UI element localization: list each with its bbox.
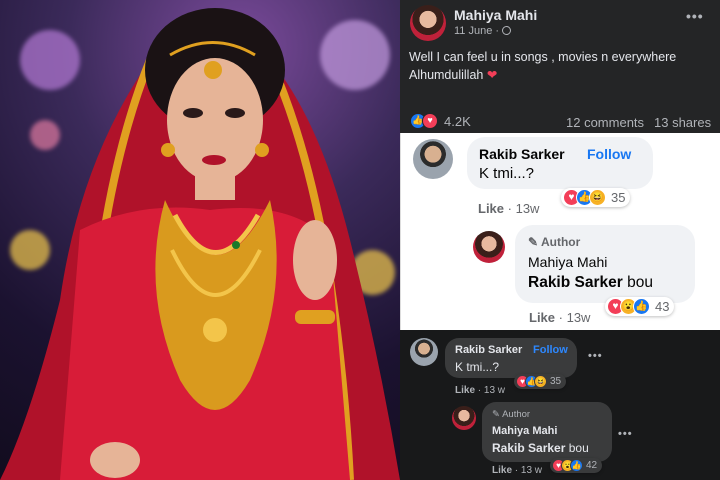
- reaction-count: 35: [550, 376, 562, 387]
- post-text-line1: Well I can feel u in songs , movies n ev…: [409, 50, 677, 64]
- reply-time[interactable]: 13 w: [521, 465, 542, 476]
- commenter-avatar[interactable]: [413, 139, 453, 179]
- separator-dot: ·: [558, 310, 567, 325]
- post-date[interactable]: 11 June: [454, 25, 492, 37]
- post-meta: 11 June ·: [454, 25, 512, 37]
- separator-dot: ·: [495, 25, 503, 37]
- reaction-count: 42: [586, 460, 598, 471]
- comment-actions: Like · 13w: [478, 201, 539, 216]
- reply-reactions[interactable]: ♥ 😮 👍 43: [605, 297, 675, 316]
- love-reaction-icon: ♥: [422, 113, 438, 129]
- post-author-name[interactable]: Mahiya Mahi: [454, 7, 537, 23]
- reply-author[interactable]: Mahiya Mahi: [492, 425, 557, 437]
- reply-reactions[interactable]: ♥ 😮 👍 42: [550, 458, 603, 473]
- comment-time[interactable]: 13w: [516, 201, 540, 216]
- reply-actions: Like · 13w: [529, 310, 590, 325]
- bridal-photo: [0, 0, 400, 480]
- more-dots-icon[interactable]: •••: [686, 8, 704, 24]
- author-avatar[interactable]: [410, 5, 446, 41]
- author-badge: ✎ Author: [492, 409, 531, 420]
- like-button[interactable]: Like: [529, 310, 555, 325]
- like-button[interactable]: Like: [478, 201, 504, 216]
- comment-thread-dark: Rakib Sarker Follow K tmi...? ••• ♥ 👍 😆 …: [400, 330, 720, 480]
- mention-link[interactable]: Rakib Sarker: [528, 274, 623, 291]
- commenter-avatar[interactable]: [410, 338, 438, 366]
- comment-reactions[interactable]: ♥ 👍 😆 35: [561, 188, 631, 207]
- author-badge: ✎ Author: [528, 235, 581, 249]
- separator-dot: ·: [507, 201, 516, 216]
- reply-avatar[interactable]: [452, 406, 476, 430]
- reply-actions: Like · 13 w: [492, 465, 542, 476]
- pencil-icon: ✎: [528, 235, 539, 249]
- like-button[interactable]: Like: [492, 465, 512, 476]
- comments-count[interactable]: 12 comments: [566, 115, 644, 130]
- comment-author[interactable]: Rakib Sarker: [455, 344, 522, 356]
- heart-emoji: ❤: [486, 68, 498, 82]
- haha-reaction-icon: 😆: [534, 375, 547, 388]
- comment-thread-light: Rakib Sarker Follow K tmi...? ♥ 👍 😆 35 L…: [400, 133, 720, 330]
- reply-avatar[interactable]: [473, 231, 505, 263]
- globe-icon: [502, 26, 512, 35]
- reaction-count: 43: [655, 299, 670, 314]
- reply-text: Rakib Sarker bou: [492, 441, 589, 455]
- reply-author[interactable]: Mahiya Mahi: [528, 254, 607, 270]
- more-dots-icon[interactable]: •••: [618, 428, 633, 440]
- post-reactions[interactable]: 👍 ♥ 4.2K: [410, 113, 471, 129]
- pencil-icon: ✎: [492, 409, 500, 420]
- reply-text: Rakib Sarker bou: [528, 274, 653, 291]
- like-button[interactable]: Like: [455, 385, 475, 396]
- comment-text: K tmi...?: [479, 165, 535, 182]
- haha-reaction-icon: 😆: [589, 189, 606, 206]
- follow-link[interactable]: Follow: [587, 146, 631, 162]
- facebook-post: Mahiya Mahi 11 June · ••• Well I can fee…: [400, 0, 720, 133]
- reply-time[interactable]: 13w: [567, 310, 591, 325]
- like-reaction-icon: 👍: [633, 298, 650, 315]
- comment-text: K tmi...?: [455, 360, 500, 374]
- comment-reactions[interactable]: ♥ 👍 😆 35: [514, 374, 567, 389]
- more-dots-icon[interactable]: •••: [588, 350, 603, 362]
- mention-link[interactable]: Rakib Sarker: [492, 441, 565, 455]
- post-text-line2: Alhumdulillah ❤: [409, 68, 498, 82]
- reaction-count: 4.2K: [444, 113, 471, 129]
- like-reaction-icon: 👍: [570, 459, 583, 472]
- shares-count[interactable]: 13 shares: [654, 115, 711, 130]
- reaction-count: 35: [611, 190, 626, 205]
- comment-author[interactable]: Rakib Sarker: [479, 146, 565, 162]
- comment-actions: Like · 13 w: [455, 385, 505, 396]
- comment-time[interactable]: 13 w: [484, 385, 505, 396]
- follow-link[interactable]: Follow: [533, 344, 568, 356]
